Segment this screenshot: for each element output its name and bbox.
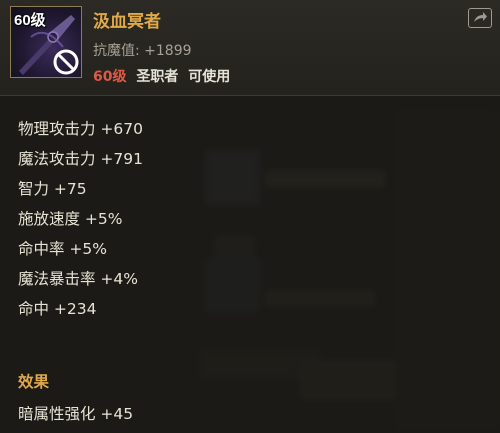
item-tooltip: 60级 汲血冥者 抗魔值: +1899 60级 圣职者 可使用 物理攻击力 +6…: [0, 0, 500, 433]
dark-blade-icon: 60级: [10, 6, 82, 78]
requirement-row: 60级 圣职者 可使用: [93, 66, 230, 86]
usable-label: 可使用: [188, 69, 231, 85]
stat-line: 智力 +75: [18, 180, 87, 198]
share-icon: [474, 12, 487, 22]
stat-line: 魔法暴击率 +4%: [18, 270, 139, 288]
magic-resist-label: 抗魔值:: [93, 43, 140, 59]
effect-section-title: 效果: [18, 373, 50, 391]
item-name: 汲血冥者: [93, 12, 161, 32]
stat-line: 魔法攻击力 +791: [18, 150, 143, 168]
effect-line: 暗属性强化 +45: [18, 405, 134, 423]
unusable-indicator-icon: [53, 49, 79, 75]
stat-line: 命中 +234: [18, 300, 97, 318]
magic-resist-row: 抗魔值: +1899: [93, 40, 192, 60]
required-class: 圣职者: [136, 69, 179, 85]
stats-list: 物理攻击力 +670 魔法攻击力 +791 智力 +75 施放速度 +5% 命中…: [18, 114, 143, 324]
required-level: 60级: [93, 69, 127, 85]
stat-line: 物理攻击力 +670: [18, 120, 143, 138]
tooltip-header: 60级 汲血冥者 抗魔值: +1899 60级 圣职者 可使用: [0, 0, 500, 96]
stat-line: 命中率 +5%: [18, 240, 108, 258]
magic-resist-value: +1899: [144, 43, 192, 59]
share-button[interactable]: [468, 8, 492, 28]
stat-line: 施放速度 +5%: [18, 210, 123, 228]
